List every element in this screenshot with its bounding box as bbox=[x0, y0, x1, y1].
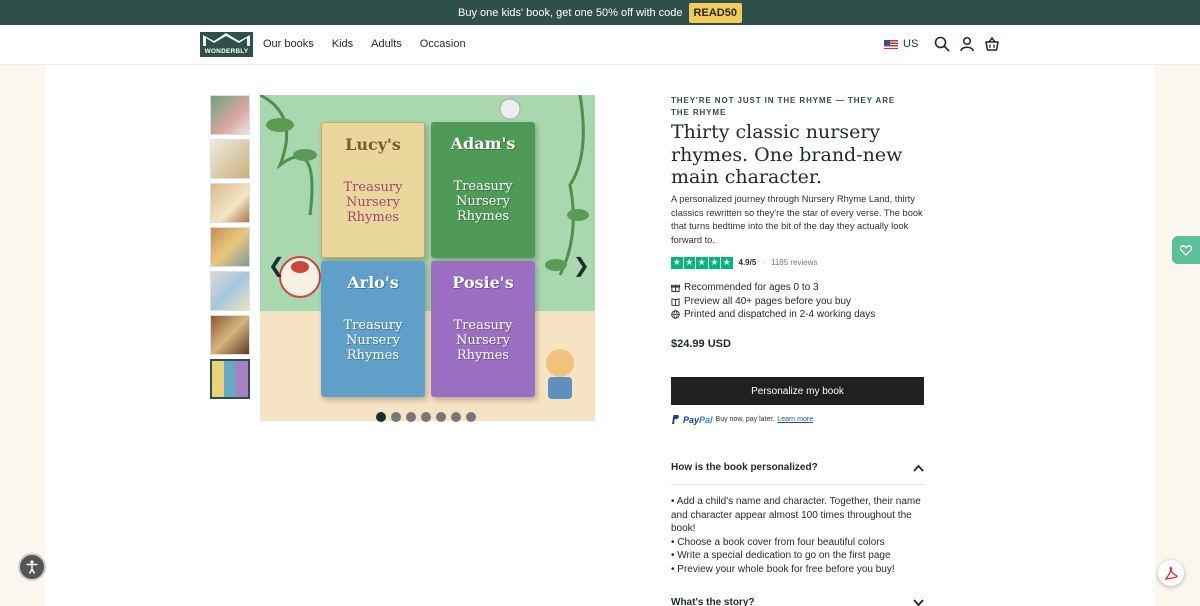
gallery-thumbnail[interactable] bbox=[210, 227, 250, 267]
review-count[interactable]: 1185 reviews bbox=[771, 258, 818, 267]
gallery-thumbnail[interactable] bbox=[210, 315, 250, 355]
feature-text: Preview all 40+ pages before you buy bbox=[684, 295, 852, 307]
logo-text: WONDERBLY bbox=[204, 48, 249, 55]
star-icon: ★ bbox=[696, 257, 708, 269]
book-subtitle: Treasury Nursery Rhymes bbox=[453, 318, 513, 363]
hero-product-image: Lucy's Treasury Nursery Rhymes Adam's Trea… bbox=[260, 95, 595, 421]
feature-item: Recommended for ages 0 to 3 bbox=[671, 281, 875, 295]
feature-item: Printed and dispatched in 2-4 working da… bbox=[671, 308, 875, 322]
promo-text: Buy one kids' book, get one 50% off with… bbox=[458, 6, 683, 19]
learn-more-link[interactable]: Learn more bbox=[777, 416, 813, 423]
crown-icon bbox=[203, 33, 250, 46]
rating-separator: · bbox=[762, 258, 765, 268]
promo-banner: Buy one kids' book, get one 50% off with… bbox=[0, 0, 1200, 25]
book-cover-arlo: Arlo's Treasury Nursery Rhymes bbox=[321, 261, 425, 397]
book-cover-adam: Adam's Treasury Nursery Rhymes bbox=[431, 122, 535, 258]
globe-icon bbox=[671, 310, 680, 319]
gallery-thumbnail[interactable] bbox=[210, 271, 250, 311]
paypal-text: Buy now, pay later. bbox=[715, 416, 775, 423]
carousel-dot[interactable] bbox=[436, 412, 446, 422]
gallery-thumbnail-active[interactable] bbox=[210, 359, 250, 399]
accordion-title: How is the book personalized? bbox=[671, 462, 818, 473]
paypal-message: PayPal Buy now, pay later. Learn more bbox=[671, 414, 813, 425]
book-title-name: Arlo's bbox=[347, 273, 399, 292]
trustpilot-rating[interactable]: ★ ★ ★ ★ ★ 4.9/5 · 1185 reviews bbox=[671, 257, 818, 269]
carousel-dot-active[interactable] bbox=[376, 412, 386, 422]
paypal-icon bbox=[672, 415, 679, 424]
feature-text: Recommended for ages 0 to 3 bbox=[684, 282, 819, 293]
product-title: Thirty classic nursery rhymes. One brand… bbox=[671, 121, 903, 188]
nav-adults[interactable]: Adults bbox=[371, 38, 402, 50]
star-icon: ★ bbox=[708, 257, 720, 269]
feature-list: Recommended for ages 0 to 3 Preview all … bbox=[671, 281, 875, 322]
book-subtitle: Treasury Nursery Rhymes bbox=[453, 179, 513, 224]
book-title-name: Adam's bbox=[450, 134, 516, 153]
rating-score: 4.9/5 bbox=[738, 258, 757, 268]
feature-item: Preview all 40+ pages before you buy bbox=[671, 295, 875, 309]
nav-occasion[interactable]: Occasion bbox=[420, 38, 466, 50]
carousel-dot[interactable] bbox=[421, 412, 431, 422]
hero-decoration bbox=[260, 95, 589, 399]
book-subtitle: Treasury Nursery Rhymes bbox=[343, 180, 403, 225]
carousel-dot[interactable] bbox=[466, 412, 476, 422]
accordion-story-header[interactable]: What's the story? bbox=[671, 597, 924, 606]
us-flag-icon bbox=[884, 39, 898, 49]
carousel-dots bbox=[376, 412, 476, 422]
basket-icon[interactable] bbox=[984, 36, 1000, 52]
book-title-name: Lucy's bbox=[345, 135, 401, 154]
star-icon: ★ bbox=[671, 257, 683, 269]
wishlist-tab[interactable] bbox=[1172, 236, 1200, 264]
carousel-prev-arrow[interactable]: ❮ bbox=[268, 253, 285, 277]
rating-stars: ★ ★ ★ ★ ★ bbox=[671, 257, 733, 269]
personalize-button[interactable]: Personalize my book bbox=[671, 377, 924, 405]
gallery-thumbnail[interactable] bbox=[210, 139, 250, 179]
accordion-divider bbox=[671, 484, 924, 485]
chevron-up-icon bbox=[913, 464, 924, 472]
wonderbly-logo[interactable]: WONDERBLY bbox=[200, 32, 253, 57]
product-eyebrow: THEY'RE NOT JUST IN THE RHYME — THEY ARE… bbox=[671, 96, 896, 117]
locale-label: US bbox=[903, 38, 919, 50]
accordion-title: What's the story? bbox=[671, 597, 755, 606]
account-icon[interactable] bbox=[959, 36, 975, 52]
star-icon: ★ bbox=[683, 257, 695, 269]
accessibility-icon bbox=[26, 560, 38, 574]
accessibility-button[interactable] bbox=[18, 553, 46, 581]
site-header: WONDERBLY Our books Kids Adults Occasion… bbox=[0, 25, 1200, 65]
pdf-icon bbox=[1164, 566, 1178, 580]
gallery-thumbnail[interactable] bbox=[210, 183, 250, 223]
carousel-next-arrow[interactable]: ❯ bbox=[573, 253, 590, 277]
book-subtitle: Treasury Nursery Rhymes bbox=[343, 318, 403, 363]
book-cover-lucy: Lucy's Treasury Nursery Rhymes bbox=[321, 122, 425, 258]
pdf-button[interactable] bbox=[1158, 560, 1184, 586]
list-item: • Preview your whole book for free befor… bbox=[671, 563, 895, 575]
list-item: • Write a special dedication to go on th… bbox=[671, 550, 891, 562]
paypal-logo: PayPal bbox=[683, 414, 713, 425]
list-item: • Add a child's name and character. Toge… bbox=[671, 496, 921, 535]
feature-text: Printed and dispatched in 2-4 working da… bbox=[684, 309, 876, 320]
gift-icon bbox=[671, 285, 680, 293]
carousel-dot[interactable] bbox=[391, 412, 401, 422]
book-cover-posie: Posie's Treasury Nursery Rhymes bbox=[431, 261, 535, 397]
locale-selector[interactable]: US bbox=[884, 38, 918, 50]
accordion-personalized-body: • Add a child's name and character. Toge… bbox=[671, 495, 926, 577]
nav-kids[interactable]: Kids bbox=[332, 38, 353, 50]
promo-code-badge: READ50 bbox=[688, 2, 742, 23]
nav-our-books[interactable]: Our books bbox=[263, 38, 314, 50]
product-price: $24.99 USD bbox=[671, 338, 731, 350]
book-title-name: Posie's bbox=[452, 273, 514, 292]
chevron-down-icon bbox=[913, 598, 924, 606]
book-icon bbox=[671, 297, 680, 306]
carousel-dot[interactable] bbox=[451, 412, 461, 422]
gallery-thumbnail[interactable] bbox=[210, 95, 250, 135]
heart-icon bbox=[1180, 244, 1192, 256]
product-description: A personalized journey through Nursery R… bbox=[671, 194, 923, 245]
search-icon[interactable] bbox=[934, 36, 950, 52]
accordion-personalized-header[interactable]: How is the book personalized? bbox=[671, 462, 924, 473]
carousel-dot[interactable] bbox=[406, 412, 416, 422]
main-nav: Our books Kids Adults Occasion bbox=[263, 38, 484, 50]
list-item: • Choose a book cover from four beautifu… bbox=[671, 536, 885, 548]
star-icon: ★ bbox=[721, 257, 733, 269]
